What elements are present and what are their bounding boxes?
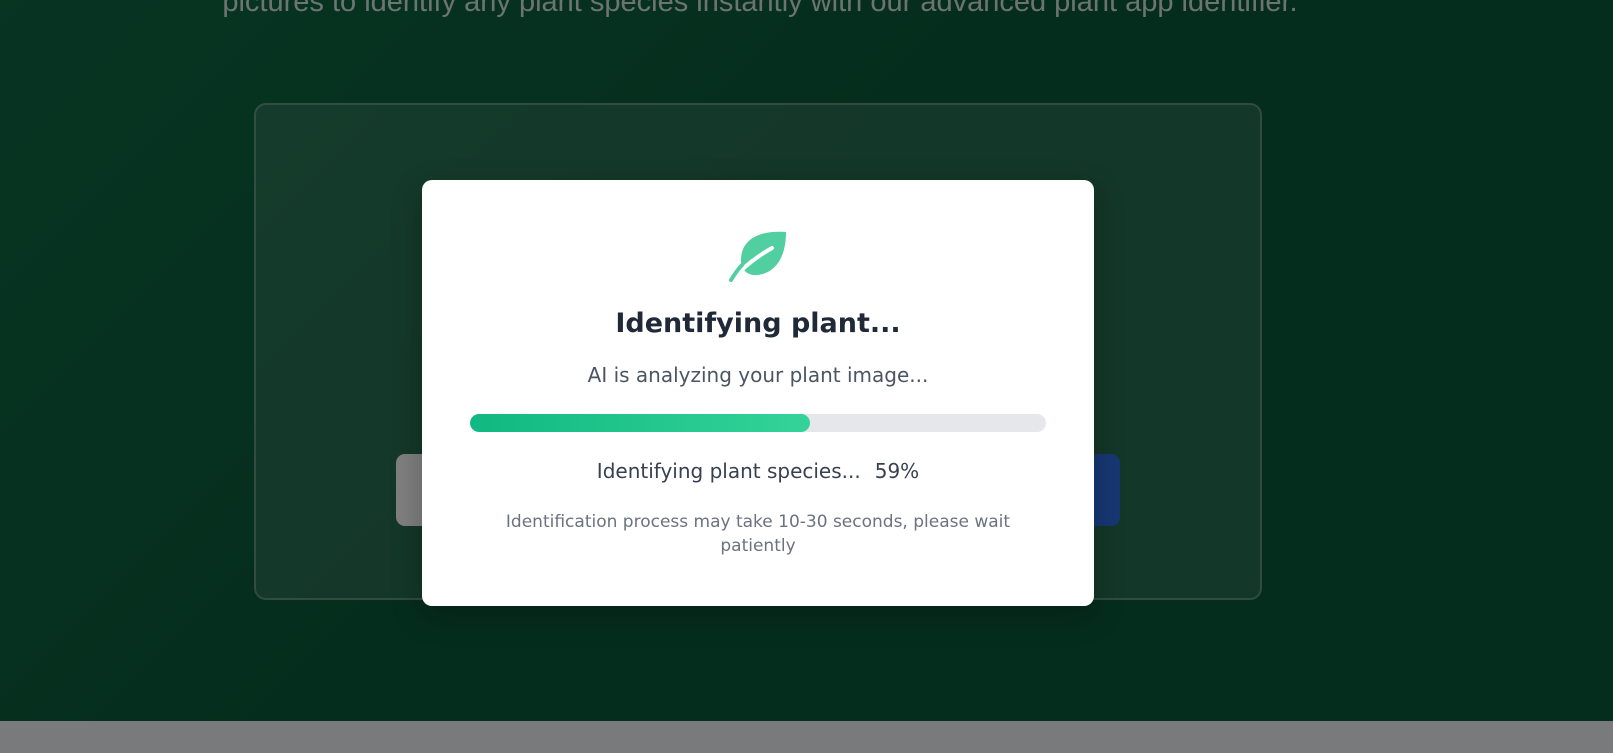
progress-percent: 59% (874, 459, 920, 483)
progress-status: Identifying plant species... 59% (422, 459, 1094, 483)
progress-bar (470, 414, 1046, 432)
leaf-icon (729, 231, 786, 282)
modal-note: Identification process may take 10-30 se… (505, 512, 1011, 556)
modal-title: Identifying plant... (615, 308, 901, 339)
identifying-modal: Identifying plant... AI is analyzing you… (422, 180, 1094, 606)
modal-subtitle: AI is analyzing your plant image... (587, 363, 929, 387)
progress-bar-fill (470, 414, 810, 432)
progress-status-text: Identifying plant species... (596, 459, 861, 483)
